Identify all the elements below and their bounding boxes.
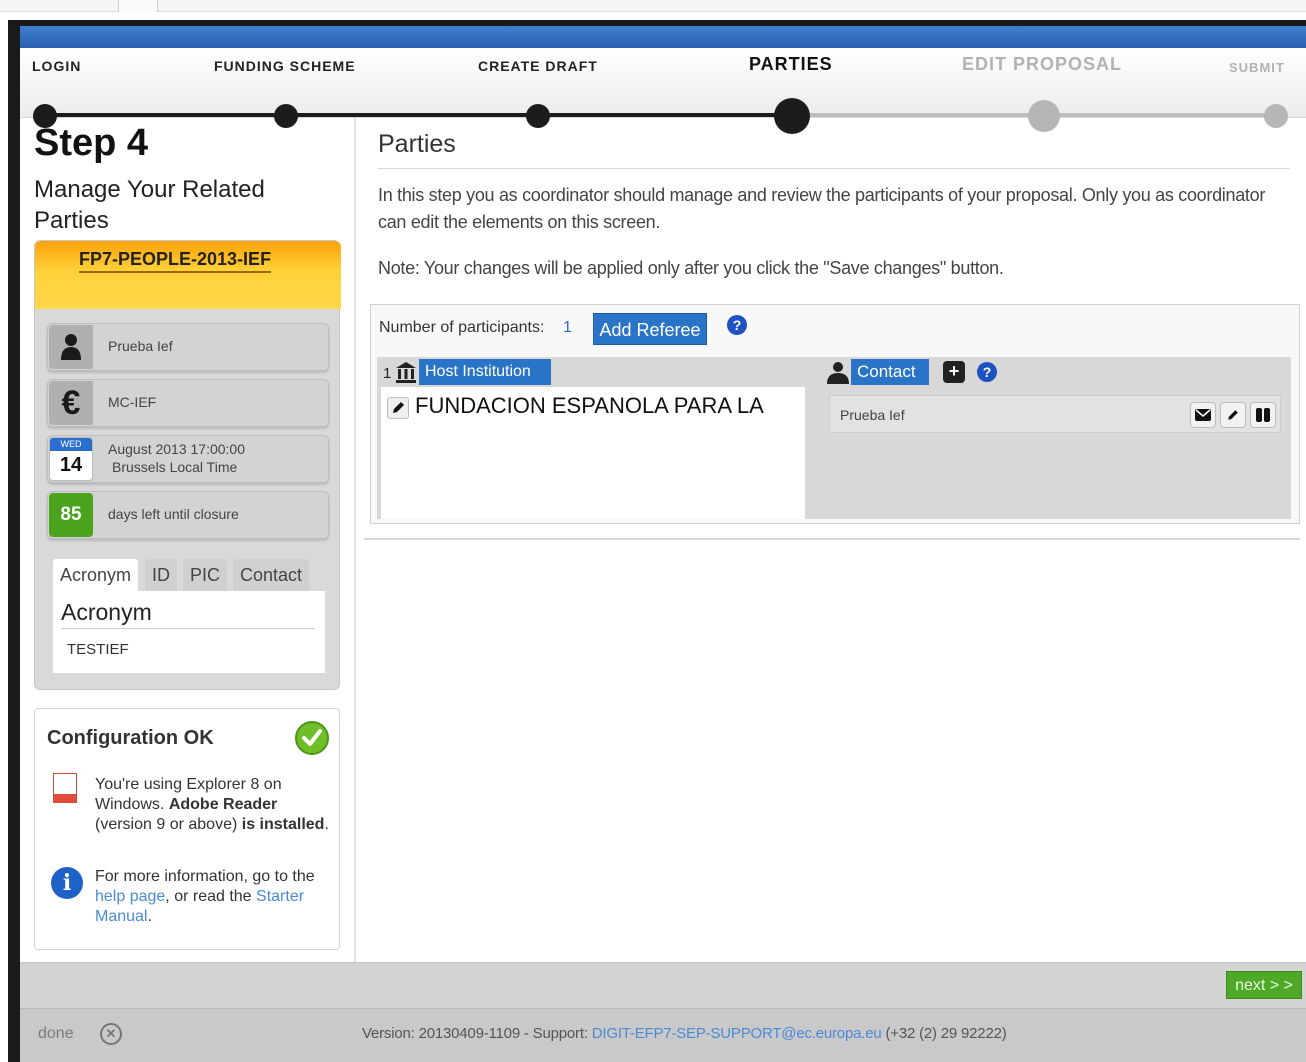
browser-tab[interactable] bbox=[118, 0, 158, 12]
email-contact-button[interactable] bbox=[1190, 402, 1216, 428]
step-submit: SUBMIT bbox=[1229, 60, 1285, 75]
pdf-icon bbox=[53, 773, 77, 803]
party-row: 1 Host Institution FUNDACION ESPANOLA PA… bbox=[377, 357, 1291, 519]
is-word: is bbox=[241, 816, 256, 833]
contact-help-icon[interactable]: ? bbox=[977, 362, 997, 382]
edit-contact-button[interactable] bbox=[1220, 402, 1246, 428]
contact-badge: Contact bbox=[851, 359, 929, 385]
navigation-bar: next > > bbox=[20, 962, 1306, 1008]
edit-party-button[interactable] bbox=[387, 397, 409, 419]
user-name: Prueba Ief bbox=[108, 338, 173, 354]
step-create-draft[interactable]: CREATE DRAFT bbox=[478, 58, 598, 74]
euro-icon: € bbox=[49, 381, 93, 425]
days-left-row: 85 days left until closure bbox=[47, 491, 329, 539]
main-content: Parties In this step you as coordinator … bbox=[354, 118, 1306, 968]
configuration-box: Configuration OK You're using Explorer 8… bbox=[34, 708, 340, 950]
calendar-day-name: WED bbox=[50, 438, 92, 451]
days-left-label: days left until closure bbox=[108, 506, 239, 522]
contact-name: Prueba Ief bbox=[840, 407, 905, 423]
pencil-icon bbox=[1228, 410, 1238, 420]
help-page-link[interactable]: help page bbox=[95, 888, 165, 905]
call-info-box: FP7-PEOPLE-2013-IEF Prueba Ief € MC-IEF … bbox=[34, 240, 341, 690]
browser-info: You're using Explorer 8 on Windows. Adob… bbox=[95, 775, 331, 835]
person-icon bbox=[49, 325, 93, 369]
pencil-icon bbox=[393, 402, 404, 413]
status-footer: done ✕ Version: 20130409-1109 - Support:… bbox=[20, 1008, 1306, 1062]
progress-track-done bbox=[44, 113, 792, 117]
app-window: LOGIN FUNDING SCHEME CREATE DRAFT PARTIE… bbox=[20, 26, 1306, 1062]
calendar-day-number: 14 bbox=[59, 454, 83, 476]
save-note: Note: Your changes will be applied only … bbox=[378, 258, 1004, 278]
step-subtitle: Manage Your Related Parties bbox=[34, 176, 265, 234]
contact-person-icon bbox=[827, 362, 849, 384]
close-icon[interactable]: ✕ bbox=[100, 1023, 122, 1045]
step-funding-scheme[interactable]: FUNDING SCHEME bbox=[214, 58, 356, 74]
more-info-text-1: For more information, go to the bbox=[95, 868, 315, 885]
institution-icon bbox=[396, 362, 416, 383]
scheme-row: € MC-IEF bbox=[47, 379, 329, 427]
parties-panel: Number of participants: 1 Add Referee ? … bbox=[370, 304, 1300, 524]
adobe-version-text: (version 9 or above) bbox=[95, 816, 238, 833]
step-description: In this step you as coordinator should m… bbox=[378, 185, 1266, 232]
participants-count: 1 bbox=[563, 319, 572, 336]
version-info: Version: 20130409-1109 - Support: DIGIT-… bbox=[362, 1025, 1007, 1042]
host-institution-badge: Host Institution bbox=[419, 359, 551, 385]
version-text: Version: 20130409-1109 - Support: bbox=[362, 1025, 588, 1042]
swap-contact-button[interactable] bbox=[1250, 402, 1276, 428]
deadline-date: August 2013 17:00:00 bbox=[108, 441, 246, 457]
add-referee-button[interactable]: Add Referee bbox=[593, 313, 707, 345]
done-status: done bbox=[38, 1025, 74, 1042]
step-edit-proposal: EDIT PROPOSAL bbox=[962, 54, 1123, 74]
adobe-reader-label: Adobe Reader bbox=[168, 796, 278, 813]
wizard-steps: LOGIN FUNDING SCHEME CREATE DRAFT PARTIE… bbox=[20, 48, 1306, 134]
sidebar: Step 4 Manage Your Related Parties FP7-P… bbox=[20, 118, 354, 968]
browser-top-strip bbox=[0, 0, 1306, 12]
call-id: FP7-PEOPLE-2013-IEF bbox=[79, 249, 272, 273]
tab-acronym[interactable]: Acronym bbox=[53, 559, 139, 591]
support-email-link[interactable]: DIGIT-EFP7-SEP-SUPPORT@ec.europa.eu bbox=[592, 1025, 882, 1042]
envelope-icon bbox=[1195, 409, 1211, 421]
step-login[interactable]: LOGIN bbox=[32, 58, 81, 74]
tab-contact[interactable]: Contact bbox=[233, 559, 310, 591]
period: . bbox=[324, 816, 329, 833]
days-left-count: 85 bbox=[49, 493, 93, 537]
more-info-text-2: , or read the bbox=[165, 888, 252, 905]
step-parties: PARTIES bbox=[749, 54, 833, 74]
swap-icon bbox=[1256, 408, 1270, 422]
participants-label: Number of participants: bbox=[379, 319, 545, 336]
deadline-timezone: Brussels Local Time bbox=[112, 459, 238, 475]
parties-divider bbox=[364, 538, 1300, 540]
scheme-code: MC-IEF bbox=[108, 394, 157, 410]
call-header: FP7-PEOPLE-2013-IEF bbox=[35, 241, 341, 309]
installed-word: installed bbox=[259, 816, 325, 833]
title-divider bbox=[378, 168, 1290, 169]
tab-pic[interactable]: PIC bbox=[183, 559, 228, 591]
next-button[interactable]: next > > bbox=[1226, 971, 1302, 999]
add-contact-button[interactable]: + bbox=[943, 361, 965, 383]
info-icon: i bbox=[51, 867, 83, 899]
user-row: Prueba Ief bbox=[47, 323, 329, 371]
support-phone: (+32 (2) 29 92222) bbox=[885, 1025, 1007, 1042]
check-icon bbox=[295, 721, 329, 755]
tab-panel-title: Acronym bbox=[61, 599, 315, 629]
more-info: For more information, go to the help pag… bbox=[95, 867, 331, 927]
acronym-value: TESTIEF bbox=[67, 641, 129, 658]
party-number: 1 bbox=[383, 365, 392, 382]
deadline-row: WED 14 August 2013 17:00:00 Brussels Loc… bbox=[47, 435, 329, 483]
party-details: FUNDACION ESPANOLA PARA LA bbox=[381, 387, 805, 519]
help-icon[interactable]: ? bbox=[727, 315, 747, 335]
header-bar bbox=[20, 26, 1306, 48]
more-info-text-3: . bbox=[147, 908, 152, 925]
party-name: FUNDACION ESPANOLA PARA LA bbox=[415, 393, 764, 418]
deadline-text: August 2013 17:00:00 Brussels Local Time bbox=[108, 440, 245, 476]
config-title: Configuration OK bbox=[47, 727, 214, 749]
tab-panel: Acronym TESTIEF bbox=[53, 591, 325, 673]
tab-id[interactable]: ID bbox=[145, 559, 177, 591]
calendar-icon: WED 14 bbox=[49, 437, 93, 481]
page-title: Parties bbox=[378, 130, 456, 158]
step-title: Step 4 bbox=[34, 122, 149, 164]
contact-row: Prueba Ief bbox=[829, 395, 1281, 433]
